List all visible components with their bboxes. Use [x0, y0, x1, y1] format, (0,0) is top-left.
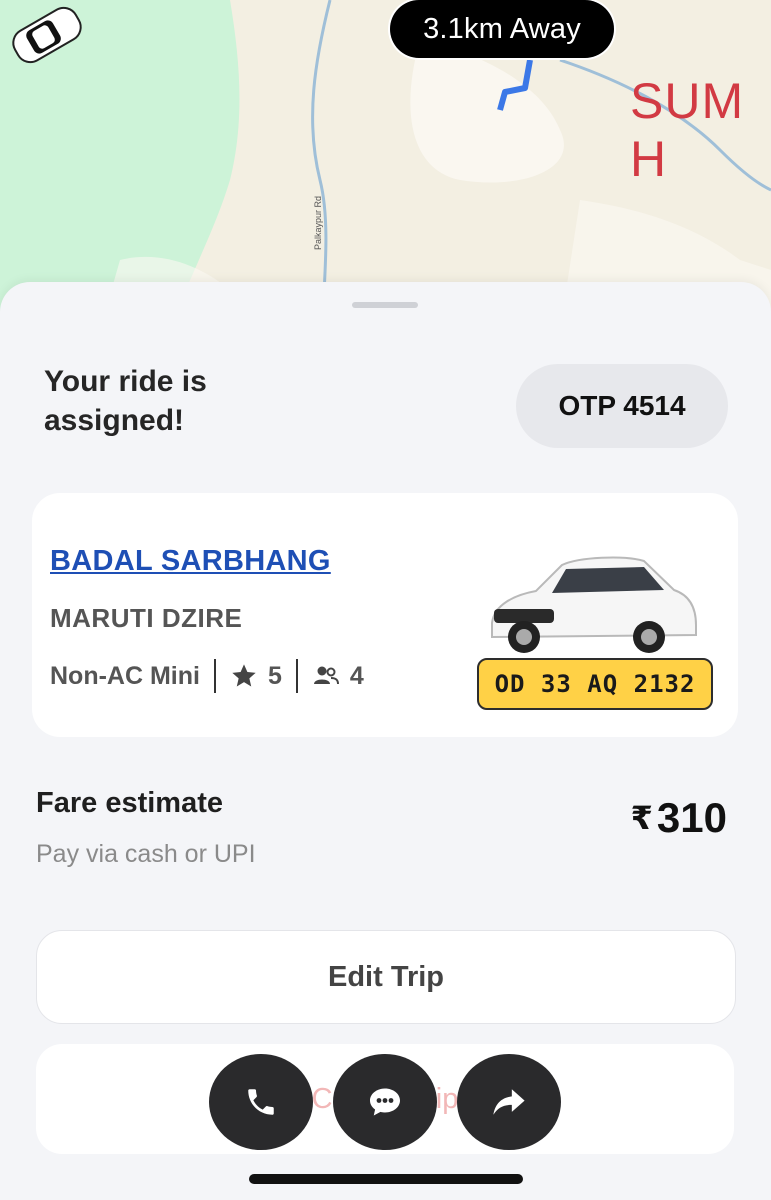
share-button[interactable] [457, 1054, 561, 1150]
currency-symbol: ₹ [630, 800, 653, 836]
home-indicator[interactable] [249, 1174, 523, 1184]
fare-title: Fare estimate [36, 787, 223, 819]
driver-card: BADAL SARBHANG MARUTI DZIRE Non-AC Mini … [32, 493, 738, 737]
fare-amount: ₹ 310 [631, 794, 727, 842]
chat-icon [370, 1088, 400, 1116]
license-plate: OD 33 AQ 2132 [477, 658, 713, 710]
ride-category: Non-AC Mini [50, 661, 200, 690]
call-button[interactable] [209, 1054, 313, 1150]
people-icon [312, 664, 340, 688]
star-icon [230, 662, 258, 690]
sheet-drag-handle[interactable] [352, 302, 418, 308]
car-image [491, 556, 697, 653]
share-icon [493, 1089, 525, 1115]
car-model: MARUTI DZIRE [50, 603, 243, 633]
ride-meta-row: Non-AC Mini 5 4 [50, 658, 364, 694]
seat-count: 4 [349, 661, 364, 690]
chat-button[interactable] [333, 1054, 437, 1150]
phone-icon [248, 1089, 274, 1115]
driver-rating: 5 [267, 661, 282, 690]
action-buttons [209, 1054, 569, 1150]
divider [213, 659, 216, 693]
fare-payment-note: Pay via cash or UPI [36, 840, 256, 868]
road-label: Palkaypur Rd [313, 195, 323, 250]
ride-details-sheet: Your ride is assigned! OTP 4514 BADAL SA… [0, 282, 771, 1200]
map-place-label: SUM H [630, 73, 745, 187]
otp-badge: OTP 4514 [516, 364, 728, 448]
distance-badge: 3.1km Away [390, 0, 614, 58]
ride-status-title: Your ride is assigned! [44, 365, 207, 437]
edit-trip-button[interactable]: Edit Trip [36, 930, 736, 1024]
divider [295, 659, 298, 693]
driver-name-link[interactable]: BADAL SARBHANG [50, 545, 331, 578]
map-view[interactable]: 3.1km Away SUM H Palkaypur Rd [0, 0, 771, 330]
car-marker-icon [12, 6, 82, 64]
fare-value: 310 [656, 794, 727, 841]
